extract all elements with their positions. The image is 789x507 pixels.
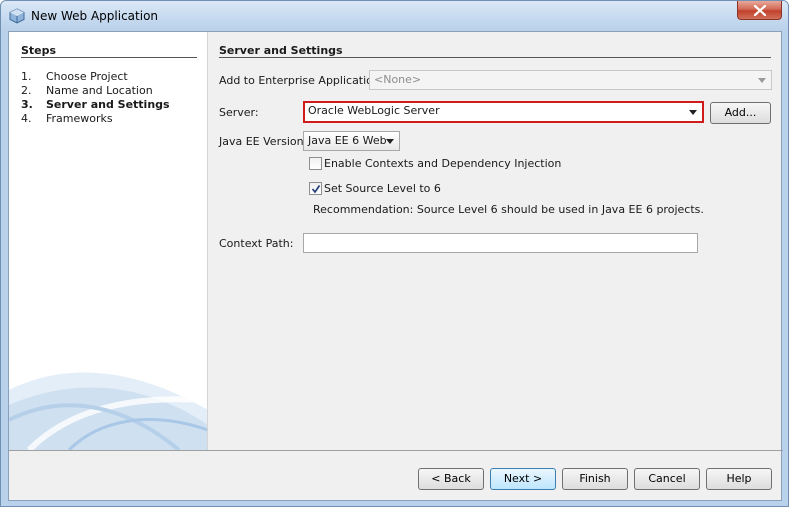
javaee-version-combo[interactable]: Java EE 6 Web — [303, 131, 400, 151]
steps-panel: Steps 1. Choose Project 2. Name and Locati… — [9, 32, 208, 450]
footer-divider — [9, 450, 783, 451]
enterprise-app-label: Add to Enterprise Application: — [219, 74, 384, 87]
finish-button[interactable]: Finish — [562, 468, 628, 490]
section-divider — [219, 57, 771, 58]
server-value: Oracle WebLogic Server — [308, 104, 440, 117]
step-choose-project: 1. Choose Project — [21, 70, 128, 83]
source-level-label: Set Source Level to 6 — [324, 182, 441, 195]
add-server-button[interactable]: Add... — [710, 102, 771, 124]
window-title: New Web Application — [31, 9, 159, 23]
chevron-down-icon — [758, 78, 766, 83]
javaee-version-value: Java EE 6 Web — [308, 134, 387, 147]
steps-divider — [21, 57, 197, 58]
step-frameworks: 4. Frameworks — [21, 112, 113, 125]
source-level-checkbox[interactable] — [309, 182, 322, 195]
steps-title: Steps — [21, 44, 57, 57]
context-path-input[interactable] — [303, 233, 698, 253]
enterprise-app-combo[interactable]: <None> — [369, 70, 772, 90]
decorative-swoosh-graphic — [9, 372, 207, 450]
recommendation-text: Recommendation: Source Level 6 should be… — [313, 203, 704, 216]
cancel-button[interactable]: Cancel — [634, 468, 700, 490]
server-combo[interactable]: Oracle WebLogic Server — [303, 101, 704, 123]
back-button[interactable]: < Back — [418, 468, 484, 490]
next-button[interactable]: Next > — [490, 468, 556, 490]
checkmark-icon — [311, 185, 321, 194]
settings-content: Server and Settings Add to Enterprise Ap… — [219, 32, 783, 450]
chevron-down-icon — [386, 139, 394, 144]
enterprise-app-value: <None> — [374, 73, 422, 86]
server-label: Server: — [219, 106, 259, 119]
step-server-and-settings: 3. Server and Settings — [21, 98, 170, 111]
section-title: Server and Settings — [219, 44, 343, 57]
title-bar[interactable]: New Web Application — [1, 1, 788, 31]
chevron-down-icon — [689, 110, 697, 115]
help-button[interactable]: Help — [706, 468, 772, 490]
context-path-label: Context Path: — [219, 237, 294, 250]
dialog-window: New Web Application Steps 1. Choose Proje… — [0, 0, 789, 507]
cdi-label: Enable Contexts and Dependency Injection — [324, 157, 562, 170]
javaee-version-label: Java EE Version: — [219, 135, 308, 148]
dialog-client-area: Steps 1. Choose Project 2. Name and Locati… — [8, 31, 783, 501]
cdi-checkbox[interactable] — [309, 157, 322, 170]
close-button[interactable] — [737, 1, 782, 20]
close-icon — [753, 5, 767, 16]
step-name-and-location: 2. Name and Location — [21, 84, 153, 97]
netbeans-cube-icon — [9, 8, 25, 24]
